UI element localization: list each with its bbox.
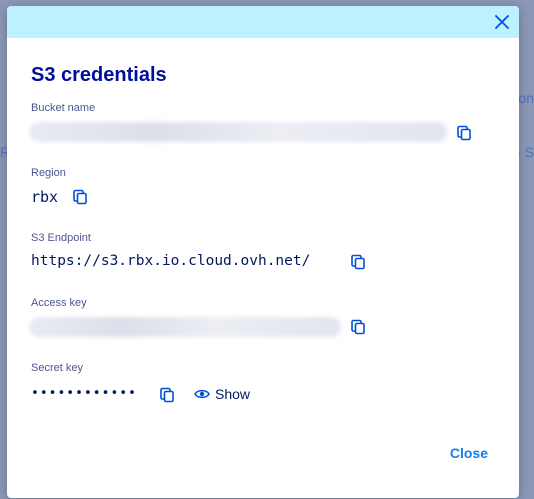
modal-header xyxy=(7,6,519,38)
close-x-icon[interactable] xyxy=(493,13,511,31)
secret-key-label: Secret key xyxy=(31,362,83,374)
eye-icon xyxy=(194,389,210,399)
region-value: rbx xyxy=(31,188,59,206)
copy-secret-key-icon[interactable] xyxy=(159,387,175,403)
s3-endpoint-value: https://s3.rbx.io.cloud.ovh.net/ xyxy=(31,253,311,269)
access-key-label: Access key xyxy=(31,297,87,309)
copy-s3-endpoint-icon[interactable] xyxy=(350,254,366,270)
bucket-name-label: Bucket name xyxy=(31,102,96,114)
copy-bucket-name-icon[interactable] xyxy=(456,125,472,141)
access-key-value-redacted xyxy=(29,317,341,337)
show-secret-key-button[interactable]: Show xyxy=(194,386,250,402)
region-label: Region xyxy=(31,167,66,179)
close-button[interactable]: Close xyxy=(450,445,488,461)
bucket-name-value-redacted xyxy=(29,122,447,142)
s3-credentials-modal: S3 credentials Bucket name Region rbx S3… xyxy=(7,6,519,498)
modal-title: S3 credentials xyxy=(31,64,167,86)
s3-endpoint-label: S3 Endpoint xyxy=(31,232,91,244)
show-button-label: Show xyxy=(215,386,251,402)
copy-access-key-icon[interactable] xyxy=(350,319,366,335)
secret-key-masked-value: •••••••••••• xyxy=(31,386,137,401)
copy-region-icon[interactable] xyxy=(72,189,88,205)
